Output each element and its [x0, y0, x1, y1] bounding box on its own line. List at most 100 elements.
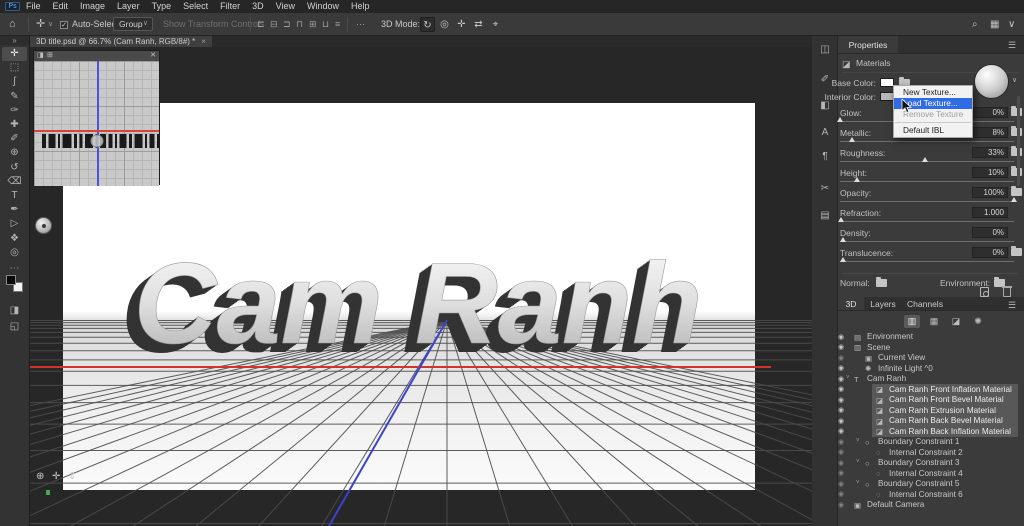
panels-icon[interactable]: ◫ — [812, 44, 838, 55]
align-left-icon[interactable]: ⊏ — [257, 13, 265, 36]
delete-icon[interactable] — [1002, 286, 1012, 297]
visibility-eye-icon[interactable]: ◉ — [838, 417, 844, 425]
brush-tool[interactable]: ✐ — [2, 132, 27, 146]
tree-item-constraint[interactable]: Internal Constraint 2 — [889, 448, 963, 457]
menu-item-new-texture[interactable]: New Texture... — [894, 87, 972, 98]
canvas-viewport[interactable]: Cam Ranh Cam Ranh Cam Ranh Cam Ranh Cam Ranh… — [30, 47, 812, 526]
visibility-eye-icon[interactable]: ◉ — [838, 501, 844, 509]
normal-texture-folder-icon[interactable] — [876, 277, 887, 287]
history-brush-tool[interactable]: ↺ — [2, 161, 27, 175]
menu-type[interactable]: Type — [152, 0, 172, 13]
new-material-icon[interactable] — [980, 287, 989, 297]
top-view-canvas[interactable] — [34, 61, 159, 186]
view-grid-icon[interactable]: ⊞ — [47, 52, 53, 60]
tree-item-material[interactable]: Cam Ranh Back Inflation Material — [889, 427, 1011, 436]
drag-3d-icon[interactable]: ✛ — [454, 17, 469, 32]
type-tool[interactable]: T — [2, 189, 27, 203]
align-top-icon[interactable]: ⊓ — [296, 13, 303, 36]
quick-select-tool[interactable]: ✎ — [2, 90, 27, 104]
marquee-tool[interactable]: ⬚ — [2, 61, 27, 75]
clip-icon[interactable]: ✂ — [812, 183, 838, 194]
visibility-eye-icon[interactable]: ◉ — [838, 354, 844, 362]
hand-tool[interactable]: ❖ — [2, 232, 27, 246]
panel-menu-icon[interactable]: ☰ — [1008, 40, 1016, 51]
scrollbar[interactable] — [1017, 96, 1020, 186]
document-tab[interactable]: 3D title.psd @ 66.7% (Cam Ranh, RGB/8#) … — [30, 36, 212, 47]
slider-value[interactable]: 0% — [972, 227, 1008, 238]
zoom-3d-icon[interactable]: ⌖ — [488, 17, 503, 32]
chevron-down-icon[interactable]: ∨ — [1008, 13, 1015, 36]
auto-select-checkbox[interactable]: ✓ — [60, 21, 68, 29]
menu-item-default-ibl[interactable]: Default IBL — [894, 125, 972, 136]
screen-mode-icon[interactable]: ◱ — [2, 320, 27, 334]
tree-item-mesh[interactable]: Cam Ranh — [867, 374, 906, 383]
visibility-eye-icon[interactable]: ◉ — [838, 469, 844, 477]
tree-item-camera[interactable]: Current View — [878, 353, 925, 362]
menu-image[interactable]: Image — [80, 0, 105, 13]
paragraph-panel-icon[interactable]: ¶ — [812, 151, 838, 162]
move-tool-icon[interactable]: ✛ — [36, 13, 45, 36]
slider-track[interactable] — [840, 201, 1014, 202]
visibility-eye-icon[interactable]: ◉ — [838, 396, 844, 404]
tree-item-constraint[interactable]: Internal Constraint 4 — [889, 469, 963, 478]
foreground-color-swatch[interactable] — [6, 275, 16, 285]
interior-color-swatch[interactable] — [880, 92, 894, 101]
tree-item-constraint[interactable]: Boundary Constraint 5 — [878, 479, 959, 488]
chevron-down-icon[interactable]: ∨ — [48, 13, 53, 36]
slider-track[interactable] — [840, 261, 1014, 262]
close-icon[interactable]: ✕ — [150, 52, 156, 60]
tab-properties[interactable]: Properties — [838, 36, 898, 53]
menu-window[interactable]: Window — [307, 0, 339, 13]
orbit-3d-icon[interactable]: ↻ — [420, 17, 435, 32]
slider-thumb[interactable] — [836, 117, 843, 122]
chevron-down-icon[interactable]: ˅ — [856, 459, 860, 465]
tree-item-constraint[interactable]: Internal Constraint 6 — [889, 490, 963, 499]
texture-folder-icon[interactable] — [1011, 186, 1022, 196]
texture-folder-icon[interactable] — [1011, 246, 1022, 256]
slider-value[interactable]: 0% — [972, 247, 1008, 258]
slider-track[interactable] — [840, 241, 1014, 242]
menu-edit[interactable]: Edit — [53, 0, 69, 13]
zoom-tool[interactable]: ◎ — [2, 246, 27, 260]
menu-file[interactable]: File — [26, 0, 41, 13]
tree-item-environment[interactable]: Environment — [867, 332, 913, 341]
tree-item-light[interactable]: Infinite Light ^0 — [878, 364, 933, 373]
lasso-tool[interactable]: ʃ — [2, 75, 27, 89]
tree-item-material[interactable]: Cam Ranh Front Inflation Material — [889, 385, 1012, 394]
search-icon[interactable]: ⌕ — [972, 13, 978, 36]
visibility-eye-icon[interactable]: ◉ — [838, 385, 844, 393]
visibility-eye-icon[interactable]: ◉ — [838, 427, 844, 435]
close-icon[interactable]: × — [201, 37, 206, 46]
align-center-v-icon[interactable]: ⊞ — [309, 13, 317, 36]
home-icon[interactable]: ⌂ — [9, 13, 16, 36]
slider-thumb[interactable] — [838, 217, 845, 222]
secondary-view-window[interactable]: ✕ ◨ ⊞ — [33, 50, 160, 186]
slider-track[interactable] — [840, 141, 1014, 142]
menu-select[interactable]: Select — [183, 0, 208, 13]
tree-item-constraint[interactable]: Boundary Constraint 3 — [878, 458, 959, 467]
slider-track[interactable] — [840, 221, 1014, 222]
visibility-eye-icon[interactable]: ◉ — [838, 406, 844, 414]
tree-item-material[interactable]: Cam Ranh Extrusion Material — [889, 406, 996, 415]
visibility-eye-icon[interactable]: ◉ — [838, 333, 844, 341]
distribute-icon[interactable]: ≡ — [335, 13, 340, 36]
move-tool[interactable]: ✛ — [2, 47, 27, 61]
toolbar-collapse-icon[interactable]: » — [0, 36, 29, 45]
swap-view-icon[interactable]: ◨ — [37, 52, 44, 60]
slider-thumb[interactable] — [921, 157, 928, 162]
visibility-eye-icon[interactable]: ◉ — [838, 343, 844, 351]
tree-item-material[interactable]: Cam Ranh Front Bevel Material — [889, 395, 1004, 404]
filter-materials-icon[interactable]: ◪ — [948, 315, 964, 328]
visibility-eye-icon[interactable]: ◉ — [838, 480, 844, 488]
dolly-view-icon[interactable]: ⇕ — [68, 471, 76, 482]
tree-item-camera[interactable]: Default Camera — [867, 500, 924, 509]
menu-help[interactable]: Help — [351, 0, 370, 13]
slider-value[interactable]: 10% — [972, 167, 1008, 178]
character-panel-icon[interactable]: A — [812, 127, 838, 138]
slider-thumb[interactable] — [839, 257, 846, 262]
visibility-eye-icon[interactable]: ◉ — [838, 459, 844, 467]
align-bottom-icon[interactable]: ⊔ — [322, 13, 329, 36]
visibility-eye-icon[interactable]: ◉ — [838, 375, 844, 383]
filter-meshes-icon[interactable]: ▦ — [926, 315, 942, 328]
menu-filter[interactable]: Filter — [220, 0, 240, 13]
